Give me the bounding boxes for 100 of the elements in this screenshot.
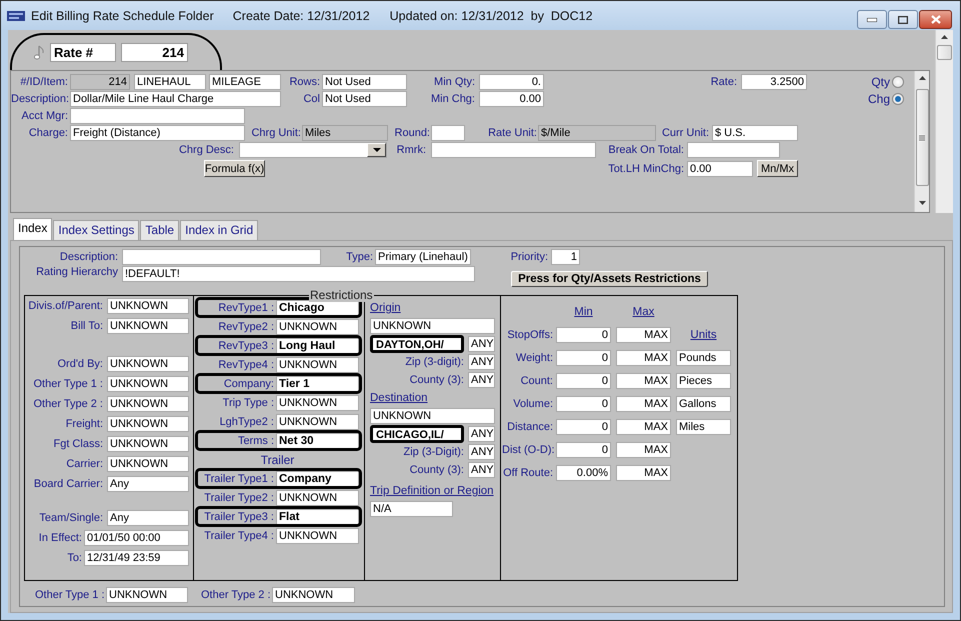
scroll-up-icon[interactable]	[918, 76, 926, 80]
input-field[interactable]: Not Used	[322, 74, 407, 90]
minimize-button[interactable]	[857, 10, 887, 29]
column-header-link[interactable]: Units	[690, 328, 717, 340]
input-field[interactable]: UNKNOWN	[107, 456, 189, 472]
input-field[interactable]	[431, 142, 596, 158]
input-field[interactable]: UNKNOWN	[107, 376, 189, 392]
section-link[interactable]: Trip Definition or Region	[370, 485, 494, 497]
input-field[interactable]: UNKNOWN	[107, 396, 189, 412]
input-field[interactable]: UNKNOWN	[107, 436, 189, 452]
input-field[interactable]: Tier 1	[276, 376, 359, 392]
input-field[interactable]: Pieces	[676, 372, 731, 388]
input-field[interactable]: UNKNOWN	[272, 586, 355, 602]
input-field[interactable]: 0.00	[687, 160, 753, 176]
input-field[interactable]: 0	[556, 396, 611, 412]
input-field[interactable]: MAX	[616, 350, 671, 366]
tab[interactable]: Index in Grid	[180, 220, 258, 240]
scroll-up-icon[interactable]	[941, 35, 948, 39]
input-field[interactable]: MAX	[616, 464, 671, 480]
input-field[interactable]: 01/01/50 00:00	[84, 530, 189, 546]
input-field[interactable]: $ U.S.	[712, 124, 798, 140]
section-link[interactable]: Origin	[370, 302, 401, 314]
input-field[interactable]: $/Mile	[538, 124, 656, 140]
section-link[interactable]: Destination	[370, 392, 428, 404]
input-field[interactable]: ANY	[468, 354, 495, 370]
input-field[interactable]: Primary (Linehaul)	[375, 248, 471, 264]
min-max-button[interactable]: Mn/Mx	[757, 160, 798, 177]
input-field[interactable]: UNKNOWN	[276, 394, 359, 410]
input-field[interactable]: 214	[70, 74, 130, 90]
scrollbar[interactable]	[914, 71, 929, 212]
input-field[interactable]: 0	[556, 326, 611, 342]
formula-button[interactable]: Formula f(x)	[204, 160, 265, 177]
input-field[interactable]	[70, 108, 245, 124]
input-field[interactable]: UNKNOWN	[106, 586, 188, 602]
input-field[interactable]: ANY	[468, 426, 495, 442]
input-field[interactable]: !DEFAULT!	[122, 266, 475, 282]
scrollbar[interactable]	[935, 30, 953, 213]
input-field[interactable]: UNKNOWN	[276, 414, 359, 430]
input-field[interactable]: MAX	[616, 418, 671, 434]
input-field[interactable]: Company	[276, 470, 359, 486]
input-field[interactable]: Dollar/Mile Line Haul Charge	[70, 90, 281, 106]
input-field[interactable]: Gallons	[676, 396, 731, 412]
radio-button[interactable]	[892, 92, 904, 104]
input-field[interactable]: ANY	[468, 462, 495, 478]
input-field[interactable]: DAYTON,OH/	[370, 335, 464, 353]
input-field[interactable]: CHICAGO,IL/	[370, 425, 464, 443]
input-field[interactable]: Not Used	[322, 90, 407, 106]
input-field[interactable]: 0	[556, 442, 611, 458]
radio-button[interactable]	[892, 76, 904, 88]
tab[interactable]: Index Settings	[53, 220, 140, 240]
input-field[interactable]: UNKNOWN	[276, 318, 359, 334]
input-field[interactable]: UNKNOWN	[276, 528, 359, 544]
input-field[interactable]: Miles	[676, 418, 731, 434]
input-field[interactable]: UNKNOWN	[107, 356, 189, 372]
input-field[interactable]: UNKNOWN	[107, 318, 189, 334]
maximize-button[interactable]	[888, 10, 918, 29]
restrictions-button[interactable]: Press for Qty/Assets Restrictions	[511, 271, 708, 287]
input-field[interactable]: 3.2500	[741, 74, 807, 90]
input-field[interactable]: Any	[107, 510, 189, 526]
input-field[interactable]: Pounds	[676, 350, 731, 366]
input-field[interactable]: 1	[551, 248, 580, 264]
input-field[interactable]: 0	[556, 418, 611, 434]
input-field[interactable]: ANY	[468, 372, 495, 388]
input-field[interactable]: Flat	[276, 508, 359, 524]
input-field[interactable]: UNKNOWN	[276, 356, 359, 372]
input-field[interactable]	[122, 248, 321, 264]
input-field[interactable]: Freight (Distance)	[70, 124, 245, 140]
input-field[interactable]	[687, 142, 780, 158]
input-field[interactable]: Any	[107, 476, 189, 492]
input-field[interactable]: LINEHAUL	[134, 74, 206, 90]
input-field[interactable]: 0.00	[479, 90, 544, 106]
input-field[interactable]: N/A	[370, 501, 453, 517]
input-field[interactable]: UNKNOWN	[276, 490, 359, 506]
input-field[interactable]: ANY	[468, 336, 495, 352]
scrollbar-thumb[interactable]	[916, 89, 928, 186]
input-field[interactable]: MAX	[616, 326, 671, 342]
input-field[interactable]: 0.	[479, 74, 544, 90]
input-field[interactable]: 0	[556, 372, 611, 388]
tab[interactable]: Index	[13, 218, 52, 240]
column-header-link[interactable]: Min	[574, 306, 593, 318]
input-field[interactable]: 0	[556, 350, 611, 366]
input-field[interactable]: MAX	[616, 372, 671, 388]
input-field[interactable]: UNKNOWN	[370, 408, 495, 424]
tab[interactable]: Table	[140, 220, 180, 240]
input-field[interactable]: Miles	[302, 124, 388, 140]
input-field[interactable]: UNKNOWN	[107, 416, 189, 432]
scroll-down-icon[interactable]	[918, 201, 926, 205]
scrollbar-thumb[interactable]	[937, 45, 952, 60]
input-field[interactable]: Net 30	[276, 432, 359, 448]
close-button[interactable]	[919, 10, 952, 29]
input-field[interactable]: MAX	[616, 442, 671, 458]
input-field[interactable]: MILEAGE	[209, 74, 281, 90]
input-field[interactable]: Long Haul	[276, 338, 359, 354]
column-header-link[interactable]: Max	[632, 306, 654, 318]
input-field[interactable]: 12/31/49 23:59	[84, 550, 189, 566]
input-field[interactable]: UNKNOWN	[370, 318, 495, 334]
input-field[interactable]: UNKNOWN	[107, 298, 189, 314]
input-field[interactable]	[431, 124, 465, 140]
input-field[interactable]: MAX	[616, 396, 671, 412]
dropdown-field[interactable]	[239, 142, 387, 158]
